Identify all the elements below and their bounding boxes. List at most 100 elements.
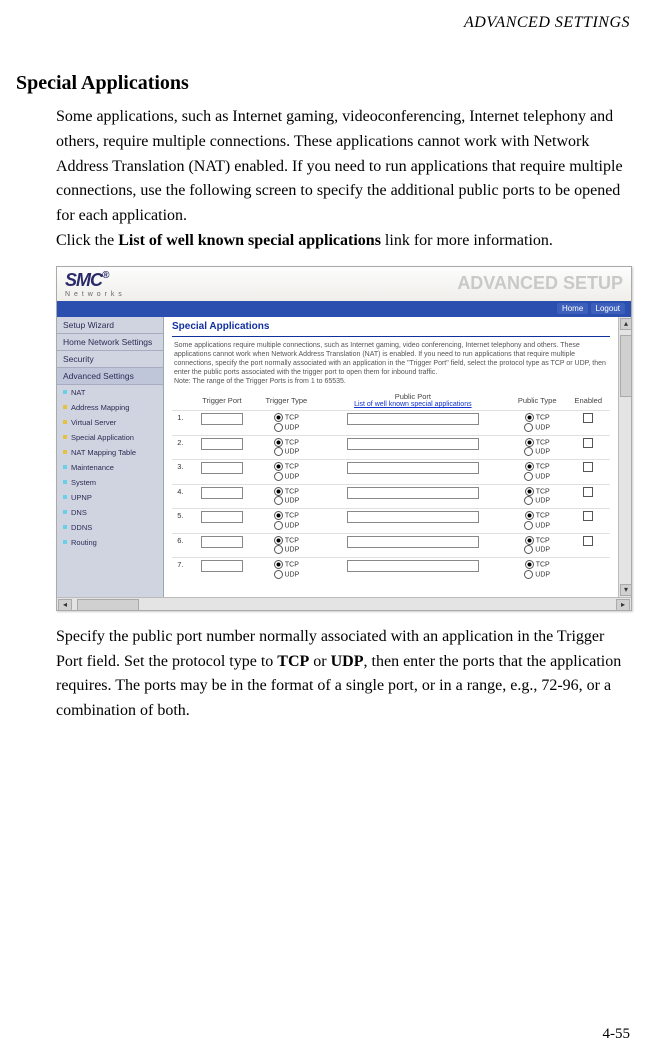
table-row: 3. TCPUDP TCPUDP xyxy=(172,460,610,484)
public-type-radio[interactable]: TCPUDP xyxy=(508,411,567,435)
sidebar-sub-system[interactable]: System xyxy=(57,475,163,490)
public-port-input[interactable] xyxy=(347,462,479,474)
row-num: 4. xyxy=(172,484,189,508)
sidebar-item-advanced-settings[interactable]: Advanced Settings xyxy=(57,368,163,385)
sidebar-item-home-network[interactable]: Home Network Settings xyxy=(57,334,163,351)
col-enabled: Enabled xyxy=(567,390,610,411)
public-port-input[interactable] xyxy=(347,511,479,523)
sidebar-item-setup-wizard[interactable]: Setup Wizard xyxy=(57,317,163,334)
sidebar-sub-upnp[interactable]: UPNP xyxy=(57,490,163,505)
scroll-left-icon[interactable]: ◂ xyxy=(58,599,72,611)
panel-description: Some applications require multiple conne… xyxy=(172,337,610,390)
trigger-port-input[interactable] xyxy=(201,560,243,572)
paragraph-3: Specify the public port number normally … xyxy=(56,625,632,724)
row-num: 5. xyxy=(172,509,189,533)
panel-note: Note: The range of the Trigger Ports is … xyxy=(174,378,346,385)
table-row: 1. TCPUDP TCPUDP xyxy=(172,411,610,435)
paragraph-3-mid: or xyxy=(309,653,330,670)
logo-text: SMC xyxy=(65,270,102,290)
home-button[interactable]: Home xyxy=(557,303,588,314)
sidebar-item-security[interactable]: Security xyxy=(57,351,163,368)
public-type-radio[interactable]: TCPUDP xyxy=(508,435,567,459)
enabled-checkbox[interactable] xyxy=(583,462,593,472)
enabled-checkbox[interactable] xyxy=(583,511,593,521)
row-num: 3. xyxy=(172,460,189,484)
enabled-checkbox[interactable] xyxy=(583,487,593,497)
public-type-radio[interactable]: TCPUDP xyxy=(508,533,567,557)
enabled-checkbox[interactable] xyxy=(583,438,593,448)
sidebar-sub-virtual-server[interactable]: Virtual Server xyxy=(57,415,163,430)
enabled-checkbox[interactable] xyxy=(583,536,593,546)
trigger-type-radio[interactable]: TCPUDP xyxy=(255,435,318,459)
vertical-scrollbar[interactable]: ▴▾ xyxy=(618,317,631,597)
sidebar-sub-dns[interactable]: DNS xyxy=(57,505,163,520)
trigger-port-input[interactable] xyxy=(201,536,243,548)
trigger-type-radio[interactable]: TCPUDP xyxy=(255,411,318,435)
trigger-type-radio[interactable]: TCPUDP xyxy=(255,460,318,484)
public-type-radio[interactable]: TCPUDP xyxy=(508,558,567,582)
paragraph-1: Some applications, such as Internet gami… xyxy=(56,105,632,229)
trigger-port-input[interactable] xyxy=(201,462,243,474)
public-port-input[interactable] xyxy=(347,413,479,425)
trigger-type-radio[interactable]: TCPUDP xyxy=(255,484,318,508)
scroll-thumb[interactable] xyxy=(620,335,632,397)
row-num: 2. xyxy=(172,435,189,459)
trigger-port-input[interactable] xyxy=(201,438,243,450)
public-type-radio[interactable]: TCPUDP xyxy=(508,484,567,508)
table-row: 6. TCPUDP TCPUDP xyxy=(172,533,610,557)
smc-logo: SMC® N e t w o r k s xyxy=(57,270,123,298)
col-public-type: Public Type xyxy=(508,390,567,411)
screenshot-body: Setup Wizard Home Network Settings Secur… xyxy=(57,317,618,597)
sidebar-sub-maintenance[interactable]: Maintenance xyxy=(57,460,163,475)
public-type-radio[interactable]: TCPUDP xyxy=(508,509,567,533)
trigger-port-input[interactable] xyxy=(201,511,243,523)
col-trigger-type: Trigger Type xyxy=(255,390,318,411)
table-row: 2. TCPUDP TCPUDP xyxy=(172,435,610,459)
sidebar-sub-nat[interactable]: NAT xyxy=(57,385,163,400)
sidebar-sub-address-mapping[interactable]: Address Mapping xyxy=(57,400,163,415)
public-port-input[interactable] xyxy=(347,560,479,572)
public-type-radio[interactable]: TCPUDP xyxy=(508,460,567,484)
logout-button[interactable]: Logout xyxy=(591,303,625,314)
panel-title: Special Applications xyxy=(172,317,610,337)
public-port-input[interactable] xyxy=(347,536,479,548)
trigger-port-input[interactable] xyxy=(201,487,243,499)
well-known-link[interactable]: List of well known special applications xyxy=(320,401,506,408)
col-public-port: Public Port List of well known special a… xyxy=(318,390,508,411)
table-row: 5. TCPUDP TCPUDP xyxy=(172,509,610,533)
router-screenshot: SMC® N e t w o r k s ADVANCED SETUP Home… xyxy=(56,266,632,611)
public-port-input[interactable] xyxy=(347,438,479,450)
sidebar-sub-ddns[interactable]: DDNS xyxy=(57,520,163,535)
row-num: 1. xyxy=(172,411,189,435)
sidebar-sub-special-application[interactable]: Special Application xyxy=(57,430,163,445)
trigger-port-input[interactable] xyxy=(201,413,243,425)
section-heading: Special Applications xyxy=(16,72,654,95)
scroll-down-icon[interactable]: ▾ xyxy=(620,584,632,596)
enabled-checkbox[interactable] xyxy=(583,413,593,423)
trigger-type-radio[interactable]: TCPUDP xyxy=(255,533,318,557)
paragraph-2-bold: List of well known special applications xyxy=(118,232,381,249)
scroll-right-icon[interactable]: ▸ xyxy=(616,599,630,611)
logo-registered: ® xyxy=(102,270,108,281)
scroll-thumb[interactable] xyxy=(77,599,139,611)
sidebar-sub-routing[interactable]: Routing xyxy=(57,535,163,550)
paragraph-2: Click the List of well known special app… xyxy=(56,229,632,254)
row-num: 6. xyxy=(172,533,189,557)
col-trigger-port: Trigger Port xyxy=(189,390,255,411)
advanced-setup-label: ADVANCED SETUP xyxy=(457,273,631,294)
horizontal-scrollbar[interactable]: ◂▸ xyxy=(57,597,631,610)
udp-bold: UDP xyxy=(331,653,364,670)
trigger-type-radio[interactable]: TCPUDP xyxy=(255,558,318,582)
table-row: 7.TCPUDPTCPUDP xyxy=(172,558,610,582)
sidebar-sub-nat-mapping-table[interactable]: NAT Mapping Table xyxy=(57,445,163,460)
header-label: ADVANCED SETTINGS xyxy=(0,14,630,32)
paragraph-2-a: Click the xyxy=(56,232,118,249)
home-logout-box: Home Logout xyxy=(557,303,625,314)
main-panel: Special Applications Some applications r… xyxy=(164,317,618,597)
scroll-up-icon[interactable]: ▴ xyxy=(620,318,632,330)
trigger-type-radio[interactable]: TCPUDP xyxy=(255,509,318,533)
tcp-bold: TCP xyxy=(277,653,309,670)
public-port-input[interactable] xyxy=(347,487,479,499)
logo-subtext: N e t w o r k s xyxy=(65,291,123,298)
paragraph-2-b: link for more information. xyxy=(381,232,553,249)
